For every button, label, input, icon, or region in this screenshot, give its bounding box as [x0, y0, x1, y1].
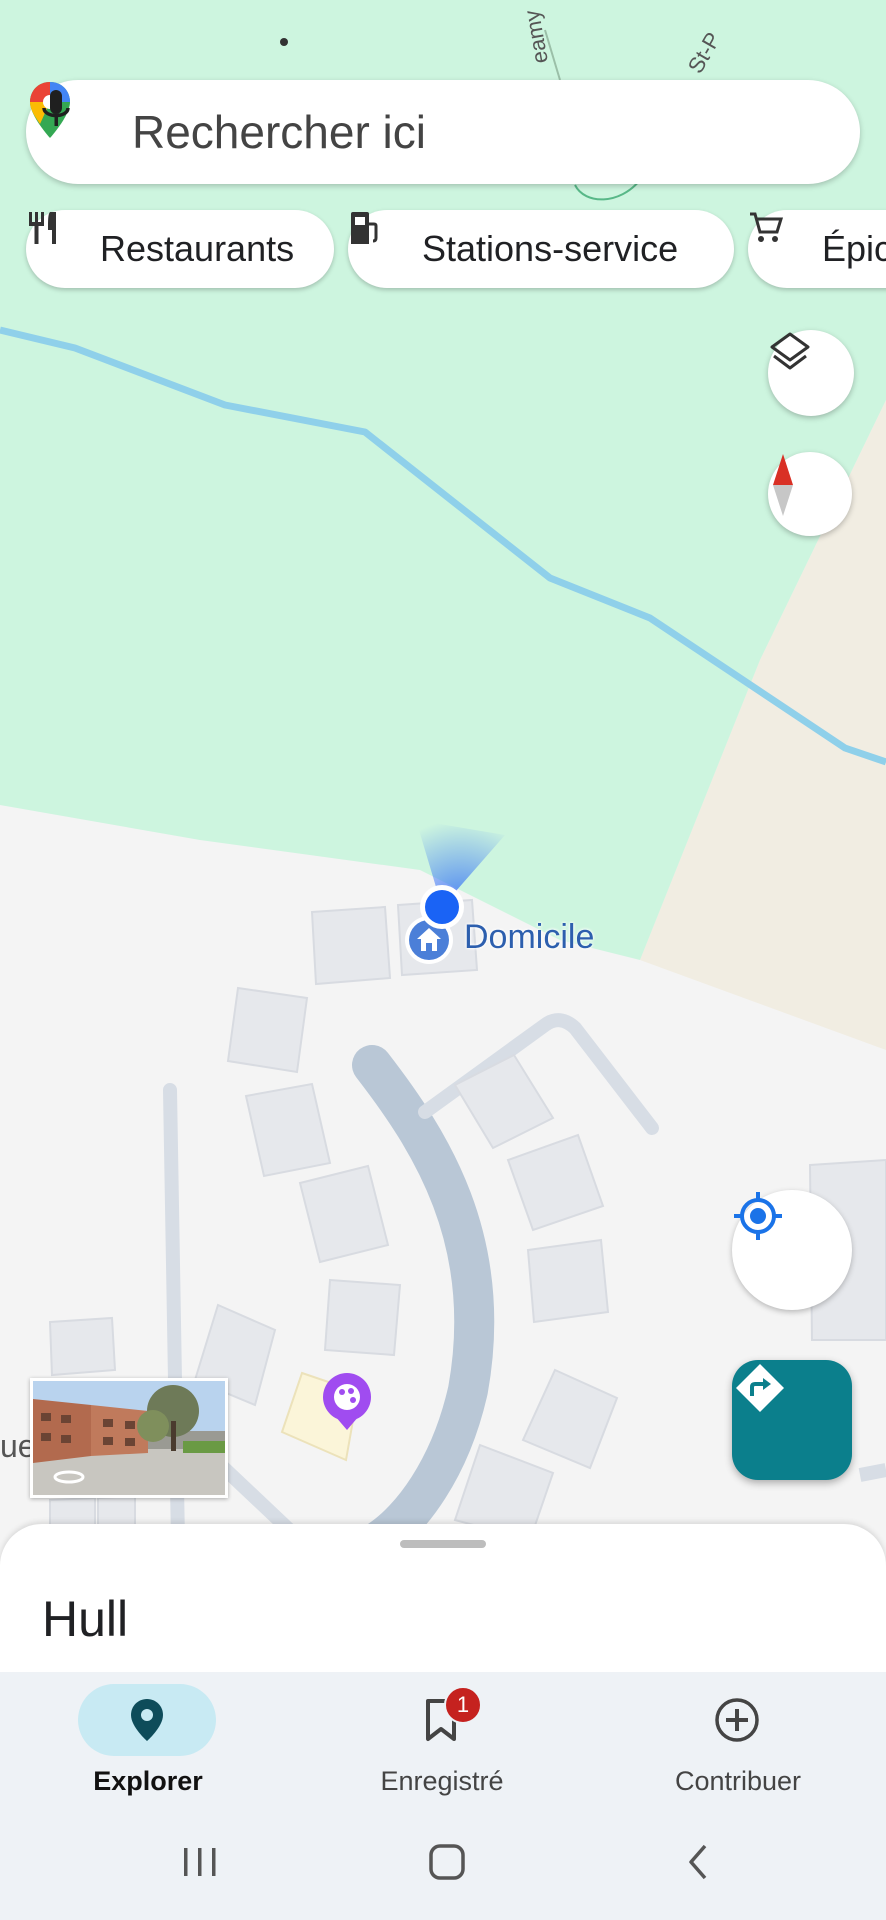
- directions-icon: [736, 1364, 784, 1412]
- compass-button[interactable]: [768, 452, 852, 536]
- recent-apps-icon: [184, 1848, 216, 1876]
- nav-explore-pill: [78, 1684, 216, 1756]
- add-circle-icon: [715, 1698, 759, 1742]
- home-square-icon: [429, 1844, 465, 1880]
- layers-button[interactable]: [768, 330, 854, 416]
- nav-saved-label: Enregistré: [380, 1766, 504, 1796]
- directions-button[interactable]: [732, 1360, 852, 1480]
- chip-label: Épic: [822, 228, 886, 269]
- nav-contribute[interactable]: Contribuer: [628, 1684, 848, 1796]
- home-label[interactable]: Domicile: [464, 918, 594, 957]
- layers-icon: [770, 332, 810, 370]
- chip-groceries[interactable]: Épic: [748, 210, 886, 288]
- nav-contribute-pill: [668, 1684, 806, 1756]
- my-location-button[interactable]: [732, 1190, 852, 1310]
- bottom-sheet[interactable]: Hull: [0, 1524, 886, 1674]
- microphone-icon[interactable]: [26, 80, 86, 140]
- nav-contribute-label: Contribuer: [674, 1766, 802, 1796]
- search-bar[interactable]: Rechercher ici: [26, 80, 860, 184]
- back-button[interactable]: [668, 1832, 728, 1892]
- bottom-navigation: Explorer 1 Enregistré Contribuer: [0, 1672, 886, 1802]
- chip-restaurants[interactable]: Restaurants: [26, 210, 334, 288]
- explore-pin-icon: [131, 1699, 163, 1741]
- nav-saved[interactable]: 1 Enregistré: [332, 1684, 552, 1796]
- chip-gas-stations[interactable]: Stations-service: [348, 210, 734, 288]
- map-canvas[interactable]: eamy St-P Domicile ue Rechercher ici Res…: [0, 0, 886, 1540]
- system-navigation-bar: [0, 1802, 886, 1920]
- sheet-drag-handle[interactable]: [400, 1540, 486, 1548]
- recent-apps-button[interactable]: [170, 1832, 230, 1892]
- place-title: Hull: [42, 1591, 129, 1647]
- restaurant-icon: [29, 212, 84, 268]
- chip-label: Stations-service: [422, 228, 679, 269]
- compass-icon: [773, 454, 793, 516]
- street-view-thumbnail[interactable]: [30, 1378, 228, 1498]
- nav-explore-label: Explorer: [93, 1766, 203, 1796]
- search-input[interactable]: Rechercher ici: [132, 104, 426, 160]
- nav-saved-pill: [372, 1684, 510, 1756]
- home-button[interactable]: [417, 1832, 477, 1892]
- gas-station-icon: [351, 212, 406, 268]
- cart-icon: [750, 212, 806, 268]
- crosshair-icon: [734, 1192, 782, 1240]
- back-chevron-icon: [689, 1844, 707, 1880]
- saved-badge: 1: [444, 1686, 482, 1724]
- nav-explore[interactable]: Explorer: [38, 1684, 258, 1796]
- chip-label: Restaurants: [100, 228, 295, 269]
